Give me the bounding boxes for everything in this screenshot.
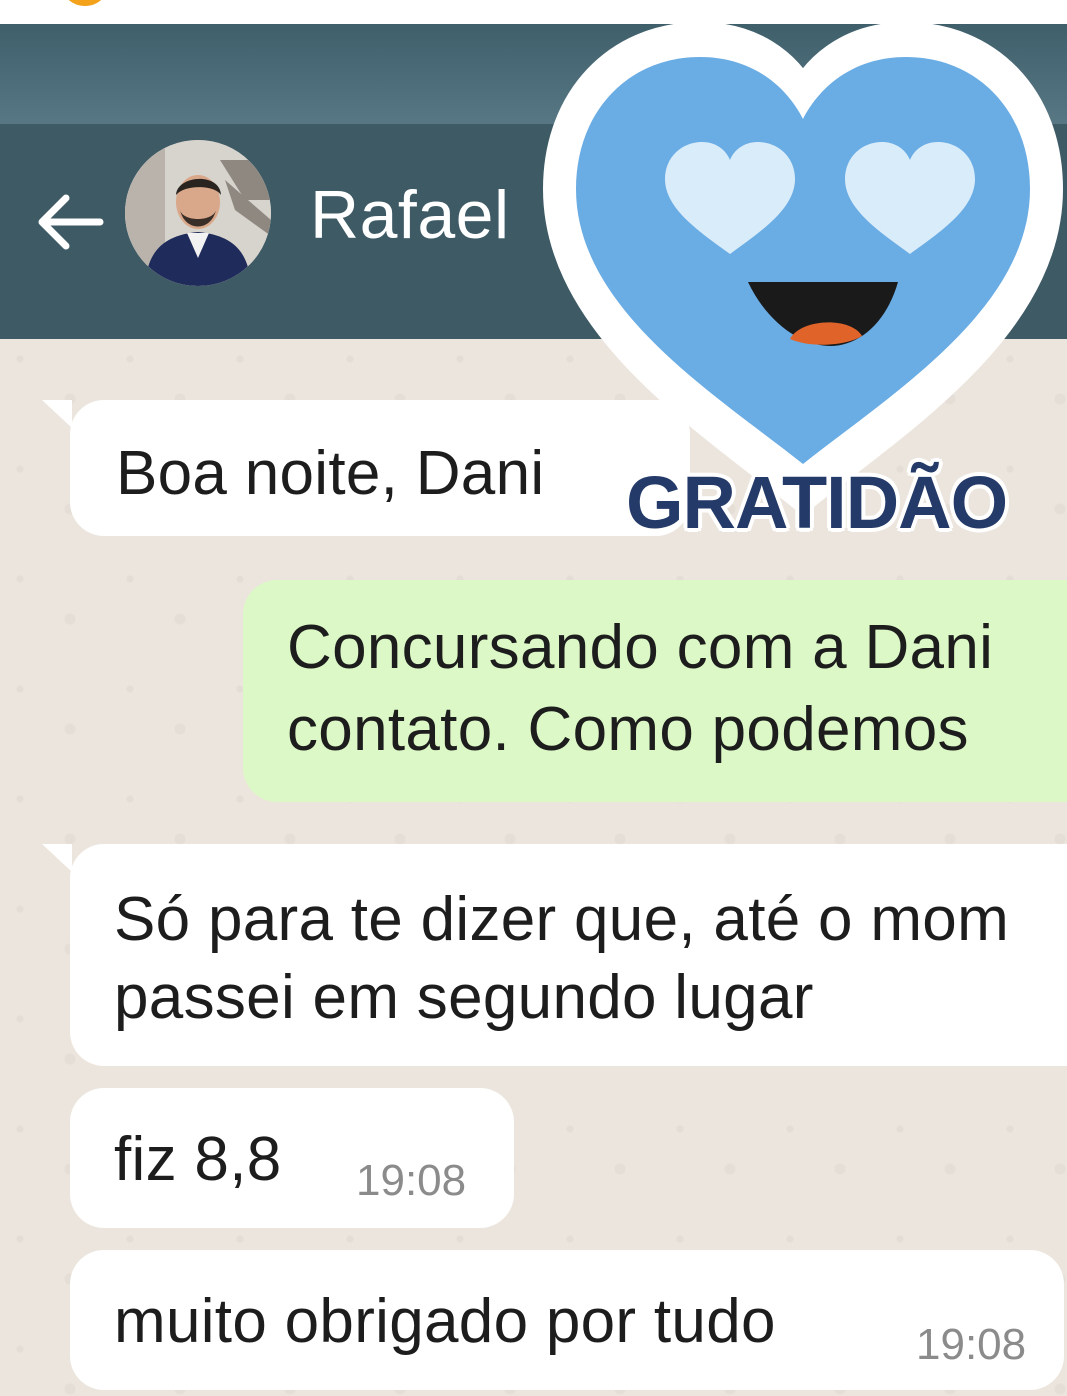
arrow-left-icon[interactable] xyxy=(34,190,106,254)
message-text: fiz 8,8 xyxy=(114,1125,282,1194)
message-text: muito obrigado por tudo xyxy=(114,1287,776,1356)
message-text: Boa noite, Dani xyxy=(116,439,545,508)
message-text-line-1: Só para te dizer que, até o mom xyxy=(114,885,1010,954)
message-text-line-2: contato. Como podemos xyxy=(287,695,969,764)
message-timestamp: 19:08 xyxy=(356,1156,467,1205)
message-bubble-incoming[interactable]: fiz 8,8 19:08 xyxy=(70,1088,514,1228)
message-bubble-incoming[interactable]: Só para te dizer que, até o mom passei e… xyxy=(70,844,1067,1066)
message-text-line-1: Concursando com a Dani xyxy=(287,613,994,682)
contact-avatar[interactable] xyxy=(125,140,271,286)
contact-name[interactable]: Rafael xyxy=(310,176,510,254)
bubble-tail xyxy=(42,400,72,428)
bubble-tail xyxy=(42,844,72,872)
notification-dot xyxy=(60,0,110,6)
message-timestamp: 19:08 xyxy=(916,1320,1027,1369)
chat-screen: Rafael Boa noite, Dani Concursando com a… xyxy=(0,24,1067,1396)
sticker-caption: GRATIDÃO xyxy=(626,461,1008,544)
message-bubble-incoming[interactable]: muito obrigado por tudo 19:08 xyxy=(70,1250,1064,1390)
avatar-photo xyxy=(125,140,271,286)
message-text-line-2: passei em segundo lugar xyxy=(114,963,814,1032)
top-strip xyxy=(0,0,1067,24)
message-bubble-outgoing[interactable]: Concursando com a Dani contato. Como pod… xyxy=(243,580,1067,802)
